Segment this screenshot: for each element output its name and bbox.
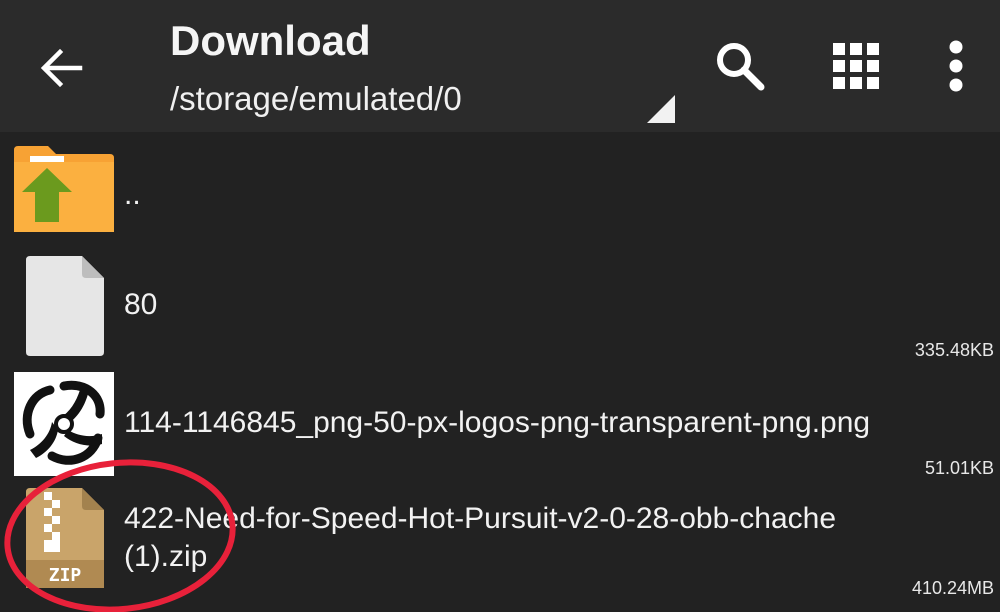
file-name-line1: 422-Need-for-Speed-Hot-Pursuit-v2-0-28-o… (124, 502, 837, 535)
file-name-line2: (1).zip (124, 540, 208, 573)
list-item-file[interactable]: ZIP 422-Need-for-Speed-Hot-Pursuit-v2-0-… (0, 486, 1000, 604)
folder-up-icon (14, 146, 114, 232)
current-path[interactable]: /storage/emulated/0 (170, 78, 462, 120)
app-toolbar: Download /storage/emulated/0 (0, 0, 1000, 132)
file-name: 80 (124, 288, 158, 321)
dropdown-caret-icon[interactable] (647, 95, 675, 123)
file-size: 51.01KB (924, 458, 994, 478)
zip-icon: ZIP (26, 488, 104, 588)
grid-view-button[interactable] (826, 36, 886, 96)
list-item-file[interactable]: 80 335.48KB (0, 252, 1000, 362)
grid-view-icon (833, 43, 879, 89)
file-name: .. (124, 178, 141, 211)
list-item-file[interactable]: 114-1146845_png-50-px-logos-png-transpar… (0, 370, 1000, 482)
more-options-button[interactable] (926, 36, 986, 96)
zip-label: ZIP (49, 565, 82, 586)
file-name: 114-1146845_png-50-px-logos-png-transpar… (124, 406, 871, 439)
search-button[interactable] (710, 36, 770, 96)
back-button[interactable] (30, 36, 94, 100)
list-item-parent-dir[interactable]: .. (0, 132, 1000, 242)
image-thumbnail (14, 372, 114, 476)
search-icon (717, 43, 765, 91)
arrow-left-icon (40, 48, 83, 88)
file-size: 410.24MB (911, 578, 994, 598)
more-vertical-icon (949, 40, 963, 92)
file-size: 335.48KB (914, 340, 994, 360)
page-title: Download (170, 17, 371, 64)
file-icon (26, 256, 104, 356)
